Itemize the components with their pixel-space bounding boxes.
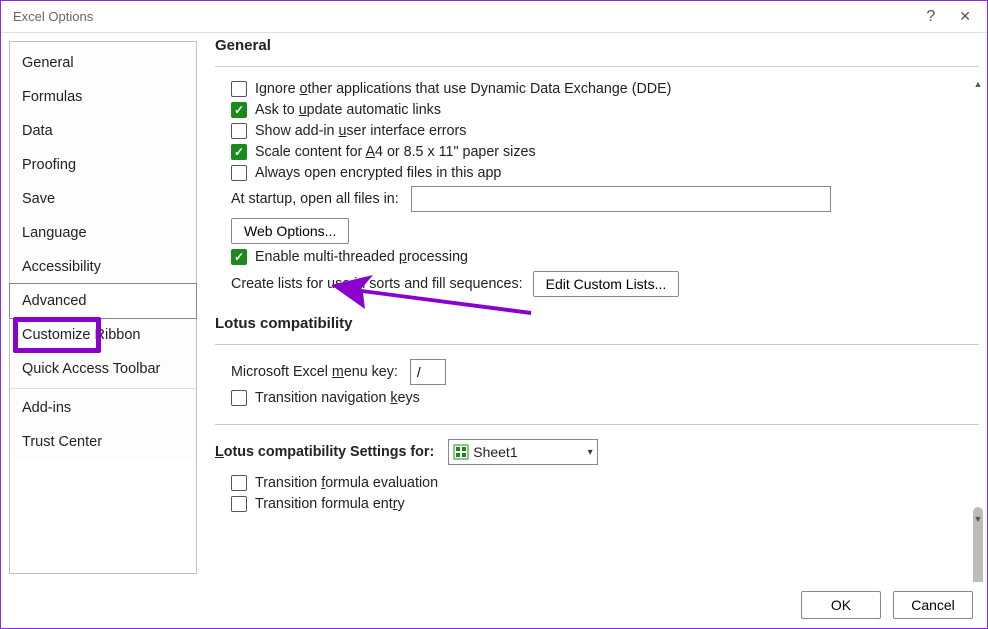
label-formula-eval: Transition formula evaluation xyxy=(255,475,438,491)
sidebar-item-general[interactable]: General xyxy=(10,46,196,80)
sidebar-item-quick-access[interactable]: Quick Access Toolbar xyxy=(10,352,196,386)
checkbox-formula-entry[interactable] xyxy=(231,496,247,512)
label-always-encrypted: Always open encrypted files in this app xyxy=(255,165,501,181)
option-formula-eval: Transition formula evaluation xyxy=(231,475,979,491)
excel-options-dialog: Excel Options ? ✕ General Formulas Data … xyxy=(0,0,988,629)
label-menu-key: Microsoft Excel menu key: xyxy=(231,364,398,380)
web-options-button[interactable]: Web Options... xyxy=(231,218,349,244)
dropdown-sheet-selector[interactable]: Sheet1 ▾ xyxy=(448,439,597,465)
help-icon[interactable]: ? xyxy=(926,8,935,26)
checkbox-show-addin[interactable] xyxy=(231,123,247,139)
label-lotus-settings-for: Lotus compatibility Settings for: xyxy=(215,444,434,460)
section-title-lotus: Lotus compatibility xyxy=(215,315,979,332)
checkbox-nav-keys[interactable] xyxy=(231,390,247,406)
row-menu-key: Microsoft Excel menu key: xyxy=(231,359,979,385)
sidebar-item-advanced[interactable]: Advanced xyxy=(9,283,197,319)
cancel-button[interactable]: Cancel xyxy=(893,591,973,619)
sidebar-item-formulas[interactable]: Formulas xyxy=(10,80,196,114)
sidebar-item-add-ins[interactable]: Add-ins xyxy=(10,391,196,425)
label-ignore-dde: Ignore other applications that use Dynam… xyxy=(255,81,671,97)
checkbox-multi-thread[interactable] xyxy=(231,249,247,265)
section-separator-3 xyxy=(215,424,979,425)
checkbox-scale-a4[interactable] xyxy=(231,144,247,160)
label-startup-path: At startup, open all files in: xyxy=(231,191,399,207)
window-controls: ? ✕ xyxy=(926,6,981,27)
option-scale-a4: Scale content for A4 or 8.5 x 11" paper … xyxy=(231,144,979,160)
label-formula-entry: Transition formula entry xyxy=(255,496,405,512)
row-web-options: Web Options... xyxy=(231,218,979,244)
checkbox-always-encrypted[interactable] xyxy=(231,165,247,181)
input-menu-key[interactable] xyxy=(410,359,446,385)
option-formula-entry: Transition formula entry xyxy=(231,496,979,512)
option-multi-thread: Enable multi-threaded processing xyxy=(231,249,979,265)
row-lotus-settings-for: Lotus compatibility Settings for: Sheet1… xyxy=(215,439,979,465)
dialog-footer: OK Cancel xyxy=(1,582,987,628)
sidebar-item-trust-center[interactable]: Trust Center xyxy=(10,425,196,459)
option-ask-update: Ask to update automatic links xyxy=(231,102,979,118)
sheet-icon xyxy=(453,444,469,460)
label-show-addin: Show add-in user interface errors xyxy=(255,123,466,139)
dialog-body: General Formulas Data Proofing Save Lang… xyxy=(1,33,987,582)
chevron-down-icon: ▾ xyxy=(588,447,593,458)
option-ignore-dde: Ignore other applications that use Dynam… xyxy=(231,81,979,97)
section-title-general: General xyxy=(215,37,979,54)
sidebar-item-save[interactable]: Save xyxy=(10,182,196,216)
section-separator xyxy=(215,66,979,67)
sidebar-item-data[interactable]: Data xyxy=(10,114,196,148)
main-content: General Ignore other applications that u… xyxy=(197,33,987,582)
checkbox-ignore-dde[interactable] xyxy=(231,81,247,97)
label-nav-keys: Transition navigation keys xyxy=(255,390,420,406)
option-nav-keys: Transition navigation keys xyxy=(231,390,979,406)
label-ask-update: Ask to update automatic links xyxy=(255,102,441,118)
close-icon[interactable]: ✕ xyxy=(953,6,977,27)
sidebar-item-proofing[interactable]: Proofing xyxy=(10,148,196,182)
checkbox-formula-eval[interactable] xyxy=(231,475,247,491)
label-create-lists: Create lists for use in sorts and fill s… xyxy=(231,276,523,292)
vertical-scrollbar[interactable]: ▲ ▼ xyxy=(971,77,985,526)
input-startup-path[interactable] xyxy=(411,186,831,212)
row-create-lists: Create lists for use in sorts and fill s… xyxy=(231,271,979,297)
sidebar-nav: General Formulas Data Proofing Save Lang… xyxy=(9,41,197,574)
titlebar: Excel Options ? ✕ xyxy=(1,1,987,33)
option-startup-path: At startup, open all files in: xyxy=(231,186,979,212)
ok-button[interactable]: OK xyxy=(801,591,881,619)
scroll-down-icon[interactable]: ▼ xyxy=(971,512,985,526)
label-multi-thread: Enable multi-threaded processing xyxy=(255,249,468,265)
section-separator-2 xyxy=(215,344,979,345)
dropdown-sheet-value: Sheet1 xyxy=(473,444,517,460)
sidebar-item-accessibility[interactable]: Accessibility xyxy=(10,250,196,284)
window-title: Excel Options xyxy=(7,9,93,24)
sidebar-item-language[interactable]: Language xyxy=(10,216,196,250)
label-scale-a4: Scale content for A4 or 8.5 x 11" paper … xyxy=(255,144,536,160)
scroll-up-icon[interactable]: ▲ xyxy=(971,77,985,91)
sidebar-item-customize-ribbon[interactable]: Customize Ribbon xyxy=(10,318,196,352)
edit-custom-lists-button[interactable]: Edit Custom Lists... xyxy=(533,271,680,297)
checkbox-ask-update[interactable] xyxy=(231,102,247,118)
option-show-addin: Show add-in user interface errors xyxy=(231,123,979,139)
option-always-encrypted: Always open encrypted files in this app xyxy=(231,165,979,181)
sidebar-separator xyxy=(10,388,196,389)
